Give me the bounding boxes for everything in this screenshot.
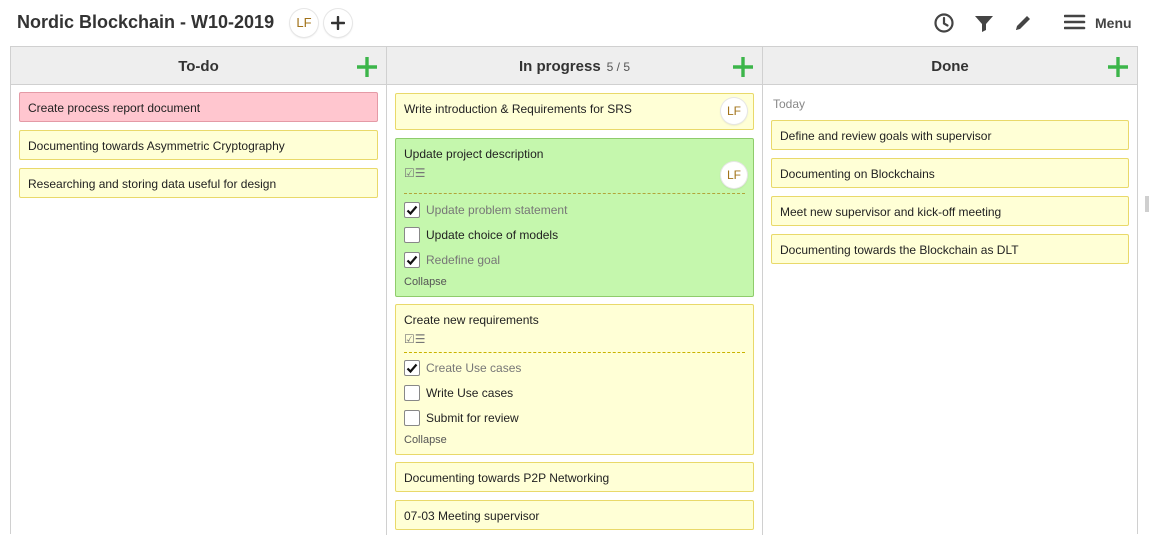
checkbox[interactable]: [404, 252, 420, 268]
history-icon[interactable]: [933, 12, 955, 34]
column-header: To-do: [11, 47, 386, 85]
card-title: Define and review goals with supervisor: [780, 129, 992, 143]
card-title: Meet new supervisor and kick-off meeting: [780, 205, 1002, 219]
add-card-icon[interactable]: [1107, 56, 1129, 78]
card-title: Documenting towards Asymmetric Cryptogra…: [28, 139, 285, 153]
card-title: Researching and storing data useful for …: [28, 177, 277, 191]
card-title: Create process report document: [28, 101, 201, 115]
add-card-icon[interactable]: [732, 56, 754, 78]
checkmark-icon: [406, 363, 418, 374]
card-title: Update project description: [404, 147, 544, 161]
pencil-icon[interactable]: [1012, 12, 1034, 34]
card[interactable]: Documenting towards the Blockchain as DL…: [771, 234, 1129, 264]
card-title: 07-03 Meeting supervisor: [404, 509, 540, 523]
column-header: Done: [763, 47, 1137, 85]
checklist-label: Write Use cases: [426, 386, 514, 400]
checkbox[interactable]: [404, 360, 420, 376]
card-title: Create new requirements: [404, 313, 539, 327]
wip-count: 5 / 5: [606, 60, 631, 74]
column-title: Done: [931, 58, 969, 75]
checkmark-icon: [406, 255, 418, 266]
divider: [404, 352, 745, 353]
card[interactable]: Documenting on Blockchains: [771, 158, 1129, 188]
filter-icon[interactable]: [973, 12, 995, 34]
checkbox[interactable]: [404, 410, 420, 426]
card[interactable]: Define and review goals with supervisor: [771, 120, 1129, 150]
hamburger-icon: [1064, 14, 1086, 30]
checkbox[interactable]: [404, 385, 420, 401]
card-title: Documenting on Blockchains: [780, 167, 935, 181]
plus-icon: [331, 16, 345, 30]
card[interactable]: Documenting towards P2P Networking: [395, 462, 754, 492]
column-todo: To-do Create process report document Doc…: [11, 47, 387, 535]
checklist-icon: ☑☰: [404, 166, 426, 180]
card[interactable]: Documenting towards Asymmetric Cryptogra…: [19, 130, 378, 160]
board-title[interactable]: Nordic Blockchain - W10-2019: [17, 12, 274, 33]
card-avatar[interactable]: LF: [721, 98, 747, 124]
collapse-link[interactable]: Collapse: [404, 434, 447, 446]
board-header: Nordic Blockchain - W10-2019 LF Menu: [0, 0, 1149, 46]
checklist-icon: ☑☰: [404, 332, 426, 346]
add-member-button[interactable]: [324, 9, 352, 37]
checklist-label: Redefine goal: [426, 253, 501, 267]
column-title: In progress: [518, 58, 601, 75]
column-header: In progress 5 / 5: [387, 47, 762, 85]
checkbox[interactable]: [404, 227, 420, 243]
card[interactable]: Researching and storing data useful for …: [19, 168, 378, 198]
checkmark-icon: [406, 205, 418, 216]
member-avatar[interactable]: LF: [290, 9, 318, 37]
card-title: Documenting towards the Blockchain as DL…: [780, 243, 1019, 257]
checklist-label: Update choice of models: [426, 228, 559, 242]
menu-label: Menu: [1095, 15, 1132, 31]
checklist-label: Create Use cases: [426, 361, 522, 375]
card[interactable]: Update project description LF ☑☰ Update …: [395, 138, 754, 297]
kanban-board: To-do Create process report document Doc…: [10, 46, 1138, 535]
card[interactable]: Create process report document: [19, 92, 378, 122]
group-label-today: Today: [773, 97, 806, 111]
column-in-progress: In progress 5 / 5 Write introduction & Re…: [387, 47, 763, 535]
checklist-label: Submit for review: [426, 411, 519, 425]
divider: [404, 193, 745, 194]
collapse-link[interactable]: Collapse: [404, 276, 447, 288]
card-avatar[interactable]: LF: [721, 162, 747, 188]
card[interactable]: Create new requirements ☑☰ Create Use ca…: [395, 304, 754, 455]
card[interactable]: Write introduction & Requirements for SR…: [395, 93, 754, 130]
card[interactable]: Meet new supervisor and kick-off meeting: [771, 196, 1129, 226]
column-done: Done Today Define and review goals with …: [763, 47, 1137, 535]
scrollbar-thumb[interactable]: [1145, 196, 1149, 212]
card-title: Write introduction & Requirements for SR…: [404, 102, 632, 116]
column-title: To-do: [178, 58, 219, 75]
card-title: Documenting towards P2P Networking: [404, 471, 610, 485]
card[interactable]: 07-03 Meeting supervisor: [395, 500, 754, 530]
checkbox[interactable]: [404, 202, 420, 218]
add-card-icon[interactable]: [356, 56, 378, 78]
checklist-label: Update problem statement: [426, 203, 568, 217]
